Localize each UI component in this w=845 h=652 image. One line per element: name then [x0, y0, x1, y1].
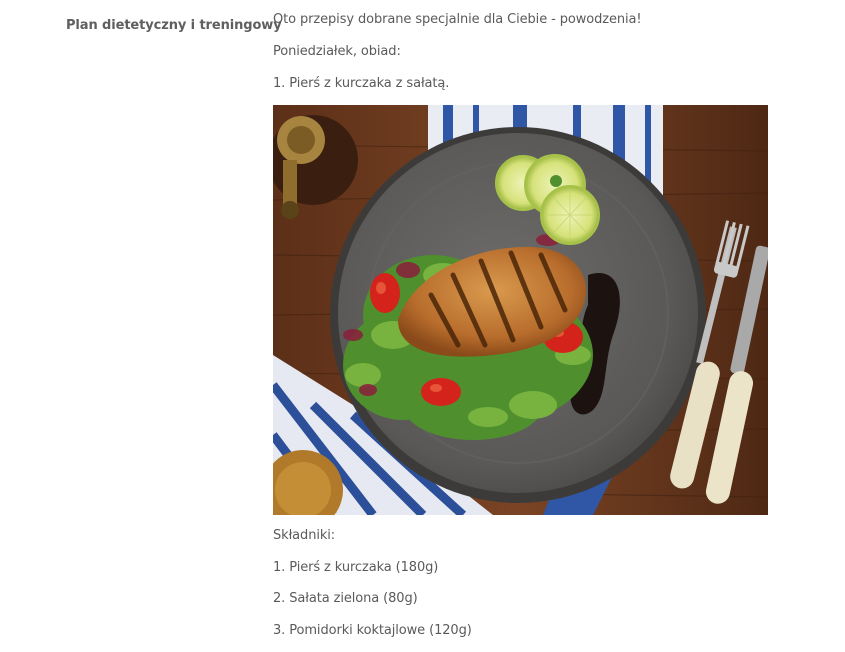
- plan-field-label: Plan dietetyczny i treningowy: [66, 18, 282, 33]
- intro-text: Oto przepisy dobrane specjalnie dla Cieb…: [273, 12, 642, 27]
- dish-photo: [273, 105, 768, 515]
- ingredients-heading: Składniki:: [273, 528, 336, 543]
- ingredient-item: 3. Pomidorki koktajlowe (120g): [273, 623, 472, 638]
- dish-title: 1. Pierś z kurczaka z sałatą.: [273, 76, 450, 91]
- day-meal-text: Poniedziałek, obiad:: [273, 44, 401, 59]
- ingredient-item: 2. Sałata zielona (80g): [273, 591, 418, 606]
- ingredient-item: 1. Pierś z kurczaka (180g): [273, 560, 439, 575]
